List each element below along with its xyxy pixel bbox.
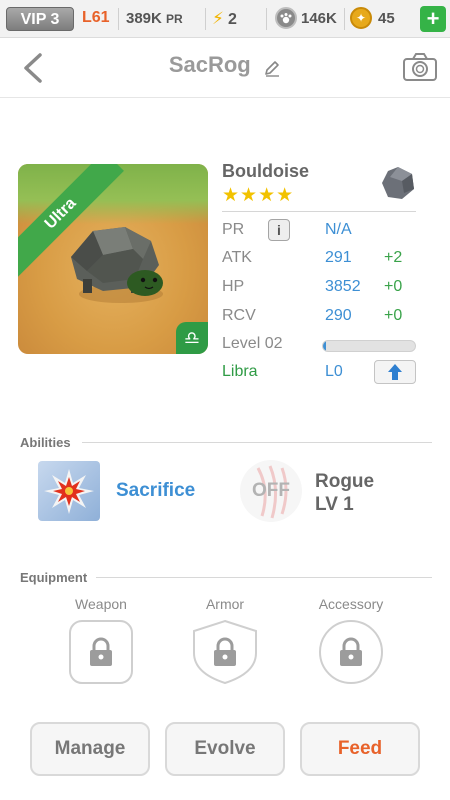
passive-skill-icon[interactable]: OFF (240, 460, 302, 522)
sign-level: L0 (325, 363, 343, 380)
stat-row-rcv: RCV 290 +0 (222, 305, 422, 329)
divider (344, 8, 345, 30)
player-level: L61 (82, 9, 110, 26)
title-wrap: SacRog (0, 52, 450, 78)
paw-icon (275, 7, 297, 29)
feed-button[interactable]: Feed (300, 722, 420, 776)
stat-label: PR (222, 221, 245, 238)
divider (266, 8, 267, 30)
divider (82, 442, 432, 443)
add-currency-button[interactable]: + (420, 6, 446, 32)
stat-bonus: +2 (384, 249, 403, 266)
weapon-label: Weapon (75, 596, 127, 612)
stat-row-level: Level 02 (222, 333, 422, 357)
manage-button[interactable]: Manage (30, 722, 150, 776)
passive-off-label: OFF (252, 480, 290, 501)
coin-currency: 45 (378, 10, 395, 27)
libra-sign-icon: ♎ (176, 322, 208, 354)
stone-element-icon (382, 167, 414, 199)
passive-level: LV 1 (315, 494, 354, 515)
stat-label: HP (222, 278, 245, 295)
armor-label: Armor (205, 596, 245, 612)
xp-progress-bar (322, 340, 416, 352)
monster-portrait[interactable]: Ultra ♎ (18, 164, 208, 354)
sacrifice-skill-icon[interactable] (38, 461, 100, 521)
explosion-icon (44, 469, 94, 514)
divider (118, 8, 119, 30)
lightning-icon: ⚡ (212, 9, 224, 28)
stat-label: RCV (222, 307, 256, 324)
page-header: SacRog (0, 38, 450, 98)
paw-currency: 146K (301, 10, 337, 27)
divider (96, 577, 432, 578)
status-bar: VIP 3 L61 389K PR ⚡ 2 146K ✦ 45 + (0, 0, 450, 38)
active-skill-name[interactable]: Sacrifice (116, 480, 195, 502)
arrow-up-icon (388, 364, 402, 380)
stat-row-sign: Libra L0 (222, 360, 422, 385)
star-rating: ★★★★ (222, 185, 295, 206)
divider (205, 8, 206, 30)
accessory-label: Accessory (318, 596, 384, 612)
energy-counter[interactable]: ⚡ 2 (212, 9, 237, 29)
divider (222, 211, 416, 212)
lock-icon (340, 637, 362, 666)
stat-row-hp: HP 3852 +0 (222, 276, 422, 300)
stat-row-atk: ATK 291 +2 (222, 247, 422, 271)
vip-badge[interactable]: VIP 3 (6, 7, 74, 31)
stat-bonus: +0 (384, 278, 403, 295)
level-label: Level 02 (222, 335, 283, 352)
stat-value: N/A (325, 221, 352, 238)
monster-name: Bouldoise (222, 161, 310, 181)
stat-value: 290 (325, 307, 352, 324)
stat-value: 3852 (325, 278, 361, 295)
sign-label: Libra (222, 363, 258, 380)
stat-row-pr: PR i N/A (222, 219, 422, 243)
stat-value: 291 (325, 249, 352, 266)
info-button[interactable]: i (268, 219, 290, 241)
equipment-heading: Equipment (20, 570, 88, 585)
sign-upgrade-button[interactable] (374, 360, 416, 384)
lock-icon (214, 637, 236, 666)
page-title[interactable]: SacRog (169, 52, 251, 77)
lock-icon (90, 637, 112, 666)
camera-icon[interactable] (402, 52, 438, 82)
abilities-heading: Abilities (20, 435, 71, 450)
passive-skill-name: Rogue LV 1 (315, 470, 374, 516)
accessory-slot[interactable] (318, 619, 384, 685)
xp-progress-fill (323, 341, 326, 351)
stat-bonus: +0 (384, 307, 403, 324)
coin-icon: ✦ (350, 7, 372, 29)
evolve-button[interactable]: Evolve (165, 722, 285, 776)
player-power-rating: 389K PR (126, 10, 183, 27)
weapon-slot[interactable] (68, 619, 134, 685)
stat-label: ATK (222, 249, 252, 266)
passive-name-text: Rogue (315, 471, 375, 492)
turtle-monster-image (71, 227, 163, 303)
armor-slot[interactable] (192, 619, 258, 685)
pencil-icon[interactable] (263, 59, 281, 77)
